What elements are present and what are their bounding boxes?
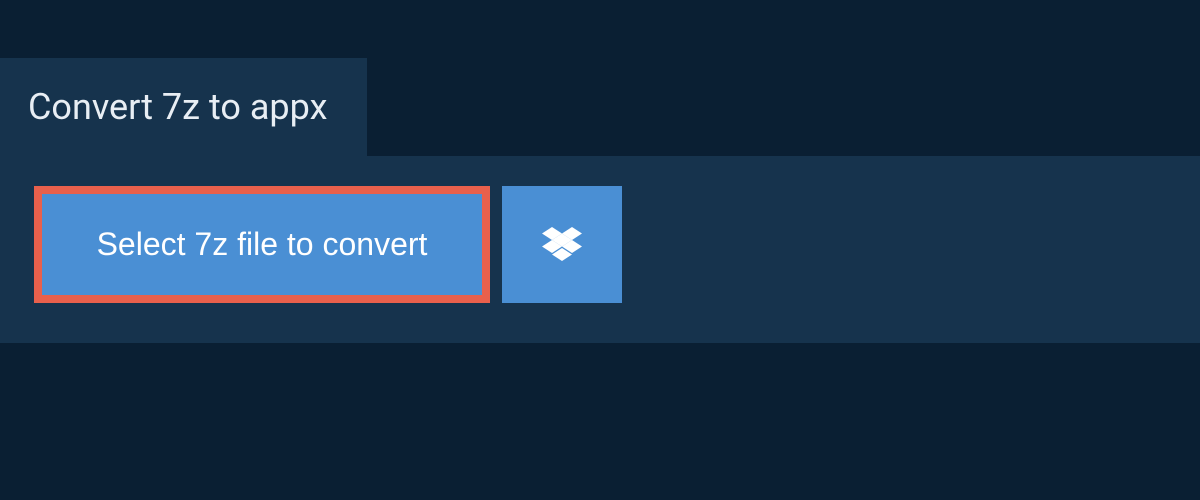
dropbox-icon [542,227,582,263]
dropbox-button[interactable] [502,186,622,303]
button-row: Select 7z file to convert [34,186,1166,303]
select-file-button[interactable]: Select 7z file to convert [42,194,482,295]
main-panel: Select 7z file to convert [0,156,1200,343]
header-tab: Convert 7z to appx [0,58,367,156]
select-button-highlight: Select 7z file to convert [34,186,490,303]
select-file-label: Select 7z file to convert [97,226,428,263]
page-title: Convert 7z to appx [28,86,327,128]
